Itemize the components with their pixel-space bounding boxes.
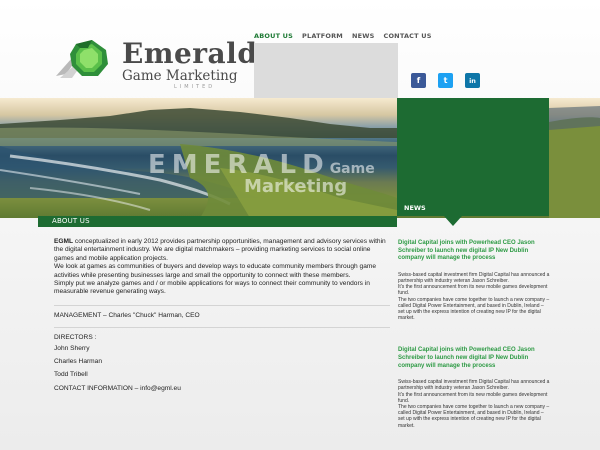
director-name: John Sherry [54, 344, 90, 352]
director-name: Charles Harman [54, 357, 103, 365]
brand-subtitle: Game Marketing [122, 68, 238, 84]
news-header-panel: NEWS [397, 98, 549, 216]
news-section-label: NEWS [404, 204, 426, 212]
news-body-paragraph: The two companies have come together to … [398, 404, 550, 429]
about-content: EGML conceptualized in early 2012 provid… [54, 238, 390, 392]
news-body-paragraph: Swiss-based capital investment firm Digi… [398, 379, 550, 392]
about-paragraph-3: Simply put we analyze games and / or mob… [54, 280, 370, 296]
about-section-bar [38, 216, 397, 227]
news-body: Swiss-based capital investment firm Digi… [398, 272, 550, 322]
news-body-paragraph: Swiss-based capital investment firm Digi… [398, 271, 550, 284]
about-section-label: ABOUT US [52, 217, 90, 225]
facebook-icon[interactable]: f [411, 73, 426, 88]
divider [54, 326, 390, 328]
banner-line-2: Marketing [244, 176, 348, 197]
news-headline[interactable]: Digital Capital joins with Powerhead CEO… [398, 347, 550, 370]
contact-information[interactable]: CONTACT INFORMATION – info@egml.eu [54, 385, 390, 392]
news-item[interactable]: Digital Capital joins with Powerhead CEO… [398, 347, 550, 428]
header-panel [254, 43, 398, 99]
brand-suffix: LIMITED [174, 84, 216, 90]
news-list: Digital Capital joins with Powerhead CEO… [398, 240, 550, 429]
banner-heading: EMERALDGame Marketing [148, 152, 375, 196]
twitter-icon[interactable]: t [438, 73, 453, 88]
logo[interactable]: Emerald Game Marketing LIMITED [54, 38, 257, 90]
news-body: Swiss-based capital investment firm Digi… [398, 379, 550, 429]
about-paragraph-2: We look at games as communities of buyer… [54, 263, 377, 279]
emerald-gem-logo-icon [56, 40, 108, 78]
linkedin-icon[interactable]: in [465, 73, 480, 88]
news-item[interactable]: Digital Capital joins with Powerhead CEO… [398, 240, 550, 321]
directors-heading: DIRECTORS : [54, 333, 97, 341]
divider [54, 304, 390, 306]
news-body-paragraph: The two companies have come together to … [398, 296, 550, 322]
about-paragraph-1: conceptualized in early 2012 provides pa… [54, 238, 386, 262]
company-abbreviation: EGML [54, 238, 74, 245]
social-links: f t in [411, 73, 480, 88]
news-body-paragraph: It's the first announcement from its new… [398, 284, 548, 297]
news-pointer-arrow [444, 216, 462, 226]
about-intro: EGML conceptualized in early 2012 provid… [54, 238, 390, 297]
director-name: Todd Tribell [54, 370, 88, 378]
brand-title: Emerald [122, 37, 258, 70]
news-body-paragraph: It's the first announcement from its new… [398, 391, 548, 404]
banner-line-1b: Game [329, 161, 375, 177]
news-headline[interactable]: Digital Capital joins with Powerhead CEO… [398, 240, 550, 263]
management-line: MANAGEMENT – Charles "Chuck" Harman, CEO [54, 311, 200, 319]
